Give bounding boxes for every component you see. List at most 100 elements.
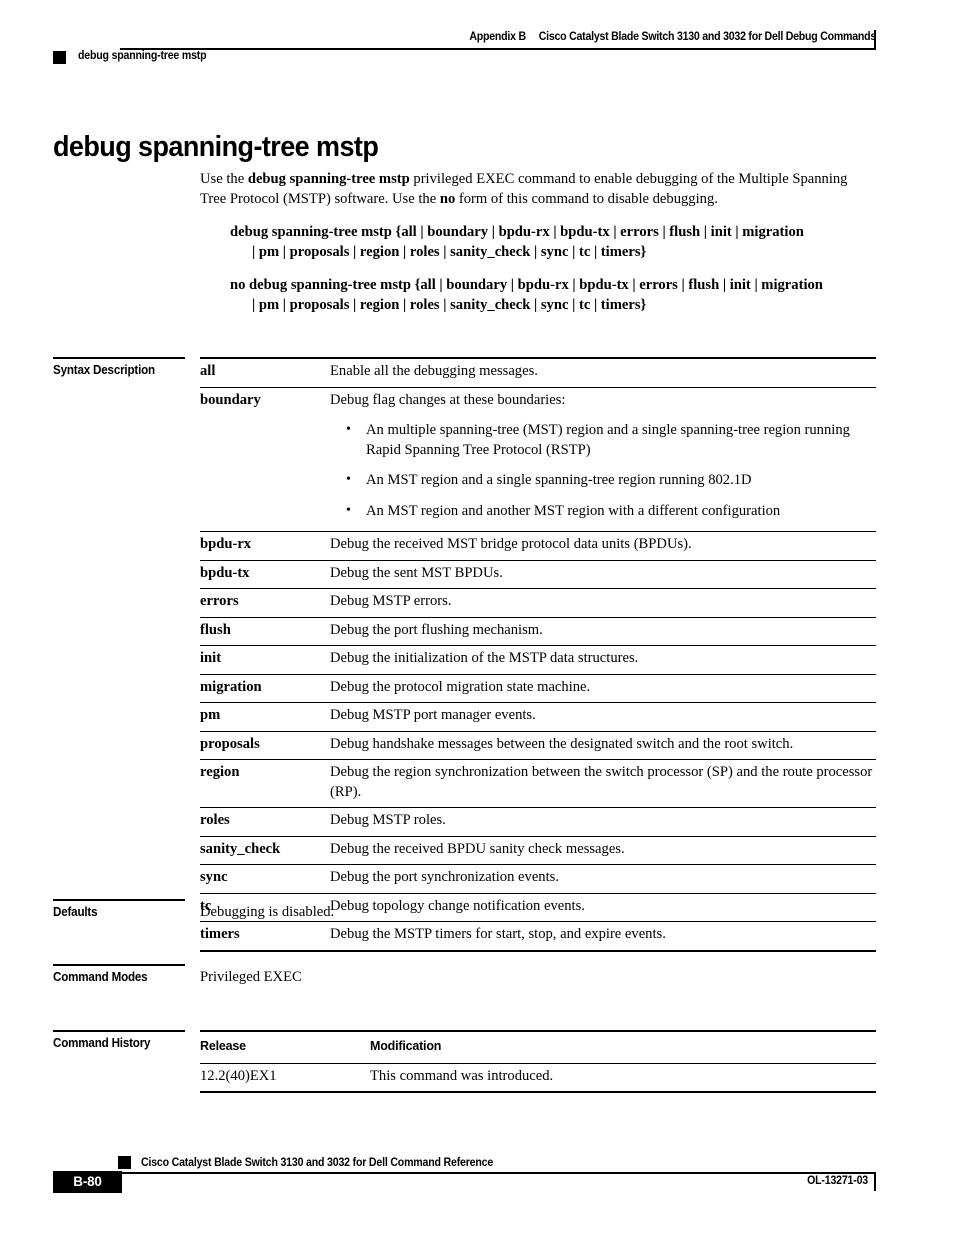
syntax-description: Debug MSTP port manager events.	[330, 702, 876, 732]
table-row: bpdu-rx Debug the received MST bridge pro…	[200, 531, 876, 561]
syntax-keyword: sync	[200, 864, 330, 894]
syntax-description-text: Debug the received MST bridge protocol d…	[330, 536, 692, 552]
section-label-command-history: Command History	[53, 1036, 151, 1050]
footer-doc-number: OL-13271-03	[807, 1175, 868, 1187]
intro-paragraph: Use the debug spanning-tree mstp privile…	[200, 170, 862, 209]
table-row: boundary Debug flag changes at these boun…	[200, 387, 876, 532]
syntax-keyword: bpdu-tx	[200, 560, 330, 589]
syntax-description-text: Debug the port flushing mechanism.	[330, 621, 543, 638]
table-header-row: Release Modification	[200, 1030, 876, 1064]
footer-book-title: Cisco Catalyst Blade Switch 3130 and 303…	[141, 1157, 494, 1169]
syntax-keyword: roles	[200, 807, 330, 837]
syntax-line-1-part-2: | pm | proposals | region | roles | sani…	[252, 244, 647, 260]
syntax-line-1-part-1: debug spanning-tree mstp {all | boundary…	[230, 224, 804, 240]
syntax-description-text: Enable all the debugging messages.	[330, 363, 538, 379]
syntax-description-text: Debug the MSTP timers for start, stop, a…	[330, 926, 666, 942]
syntax-description-table-body: all Enable all the debugging messages. bou…	[200, 357, 876, 952]
table-row: 12.2(40)EX1 This command was introduced.	[200, 1063, 876, 1093]
intro-bold-command: debug spanning-tree mstp	[247, 171, 410, 187]
syntax-description: Debug MSTP errors.	[330, 588, 876, 618]
intro-bold-no: no	[439, 190, 456, 207]
section-label-defaults: Defaults	[53, 905, 98, 919]
syntax-description-text: Debug the sent MST BPDUs.	[330, 564, 503, 581]
syntax-description: Debug the initialization of the MSTP dat…	[330, 645, 876, 675]
syntax-keyword: all	[200, 357, 330, 388]
syntax-description-text: Debug MSTP roles.	[330, 812, 446, 828]
syntax-keyword: region	[200, 759, 330, 808]
page-header: Appendix B Cisco Catalyst Blade Switch 31…	[180, 31, 876, 43]
syntax-description: Debug handshake messages between the des…	[330, 731, 876, 760]
header-running-head: debug spanning-tree mstp	[78, 50, 207, 62]
syntax-description-text: Debug the port synchronization events.	[330, 869, 559, 885]
defaults-value: Debugging is disabled.	[200, 904, 335, 920]
syntax-line-2-part-2: | pm | proposals | region | roles | sani…	[252, 297, 647, 313]
syntax-description-text: Debug the initialization of the MSTP dat…	[330, 650, 639, 666]
header-rule	[120, 48, 876, 50]
section-label-syntax-description: Syntax Description	[53, 363, 155, 377]
syntax-description-table: all Enable all the debugging messages. bou…	[200, 357, 876, 952]
footer-rule	[118, 1172, 876, 1174]
syntax-description-rule	[53, 357, 185, 359]
syntax-line-negative: no debug spanning-tree mstp {all | bound…	[230, 275, 880, 315]
command-history-rule	[53, 1030, 185, 1032]
syntax-description: Debug the received BPDU sanity check mes…	[330, 836, 876, 865]
table-row: errors Debug MSTP errors.	[200, 588, 876, 618]
footer-square-marker-icon	[118, 1156, 131, 1169]
header-appendix: Appendix B	[469, 31, 526, 43]
section-label-command-modes: Command Modes	[53, 970, 148, 984]
document-page: Appendix B Cisco Catalyst Blade Switch 31…	[0, 0, 954, 1235]
syntax-keyword: errors	[200, 588, 330, 618]
syntax-description: Debug the received MST bridge protocol d…	[330, 531, 876, 561]
table-row: pm Debug MSTP port manager events.	[200, 702, 876, 732]
intro-text-1: Use the	[200, 171, 248, 187]
cell-modification: This command was introduced.	[370, 1063, 876, 1093]
table-row: region Debug the region synchronization b…	[200, 759, 876, 808]
table-row: migration Debug the protocol migration st…	[200, 674, 876, 703]
syntax-description: Enable all the debugging messages.	[330, 357, 876, 388]
table-row: sync Debug the port synchronization event…	[200, 864, 876, 894]
syntax-keyword: init	[200, 645, 330, 675]
column-header-release: Release	[200, 1030, 370, 1064]
syntax-description-text: Debug flag changes at these boundaries:	[330, 391, 566, 408]
syntax-description: Debug MSTP roles.	[330, 807, 876, 837]
syntax-keyword: timers	[200, 921, 330, 952]
syntax-description: Debug the protocol migration state machi…	[330, 674, 876, 703]
syntax-description: Debug the region synchronization between…	[330, 759, 876, 808]
command-history-table-body: Release Modification 12.2(40)EX1 This comma…	[200, 1030, 876, 1093]
syntax-description: Debug the port synchronization events.	[330, 864, 876, 894]
table-row: flush Debug the port flushing mechanism.	[200, 617, 876, 646]
syntax-description-text: Debug the protocol migration state machi…	[330, 678, 591, 695]
syntax-keyword: sanity_check	[200, 836, 330, 865]
header-right-tick	[874, 30, 876, 49]
syntax-keyword: pm	[200, 702, 330, 732]
column-header-modification: Modification	[370, 1030, 876, 1064]
command-history-table: Release Modification 12.2(40)EX1 This comma…	[200, 1030, 876, 1093]
syntax-description-text: Debug MSTP port manager events.	[330, 707, 536, 723]
cell-release: 12.2(40)EX1	[200, 1063, 370, 1093]
list-item: An MST region and another MST region wit…	[330, 501, 876, 522]
syntax-description: Debug flag changes at these boundaries: A…	[330, 387, 876, 532]
command-modes-value: Privileged EXEC	[200, 969, 302, 985]
list-item: An multiple spanning-tree (MST) region a…	[330, 420, 876, 460]
syntax-description-text: Debug handshake messages between the des…	[330, 735, 794, 752]
syntax-keyword: bpdu-rx	[200, 531, 330, 561]
page-title: debug spanning-tree mstp	[53, 131, 379, 164]
list-item: An MST region and a single spanning-tree…	[330, 470, 876, 491]
syntax-description: Debug the MSTP timers for start, stop, a…	[330, 921, 876, 952]
syntax-line-affirmative: debug spanning-tree mstp {all | boundary…	[230, 222, 880, 262]
footer-right-tick	[874, 1172, 876, 1191]
header-book-title: Cisco Catalyst Blade Switch 3130 and 303…	[538, 31, 876, 43]
syntax-keyword: migration	[200, 674, 330, 703]
intro-text-3: form of this command to disable debuggin…	[455, 190, 718, 207]
syntax-description-text: Debug MSTP errors.	[330, 593, 452, 609]
footer-page-number: B-80	[53, 1171, 122, 1193]
header-square-marker-icon	[53, 51, 66, 64]
table-row: bpdu-tx Debug the sent MST BPDUs.	[200, 560, 876, 589]
syntax-keyword: boundary	[200, 387, 330, 532]
table-row: init Debug the initialization of the MSTP…	[200, 645, 876, 675]
syntax-keyword: flush	[200, 617, 330, 646]
table-row: sanity_check Debug the received BPDU sani…	[200, 836, 876, 865]
syntax-description-text: Debug the region synchronization between…	[330, 764, 873, 800]
syntax-line-2-part-1: no debug spanning-tree mstp {all | bound…	[230, 277, 823, 293]
table-row: timers Debug the MSTP timers for start, s…	[200, 921, 876, 952]
